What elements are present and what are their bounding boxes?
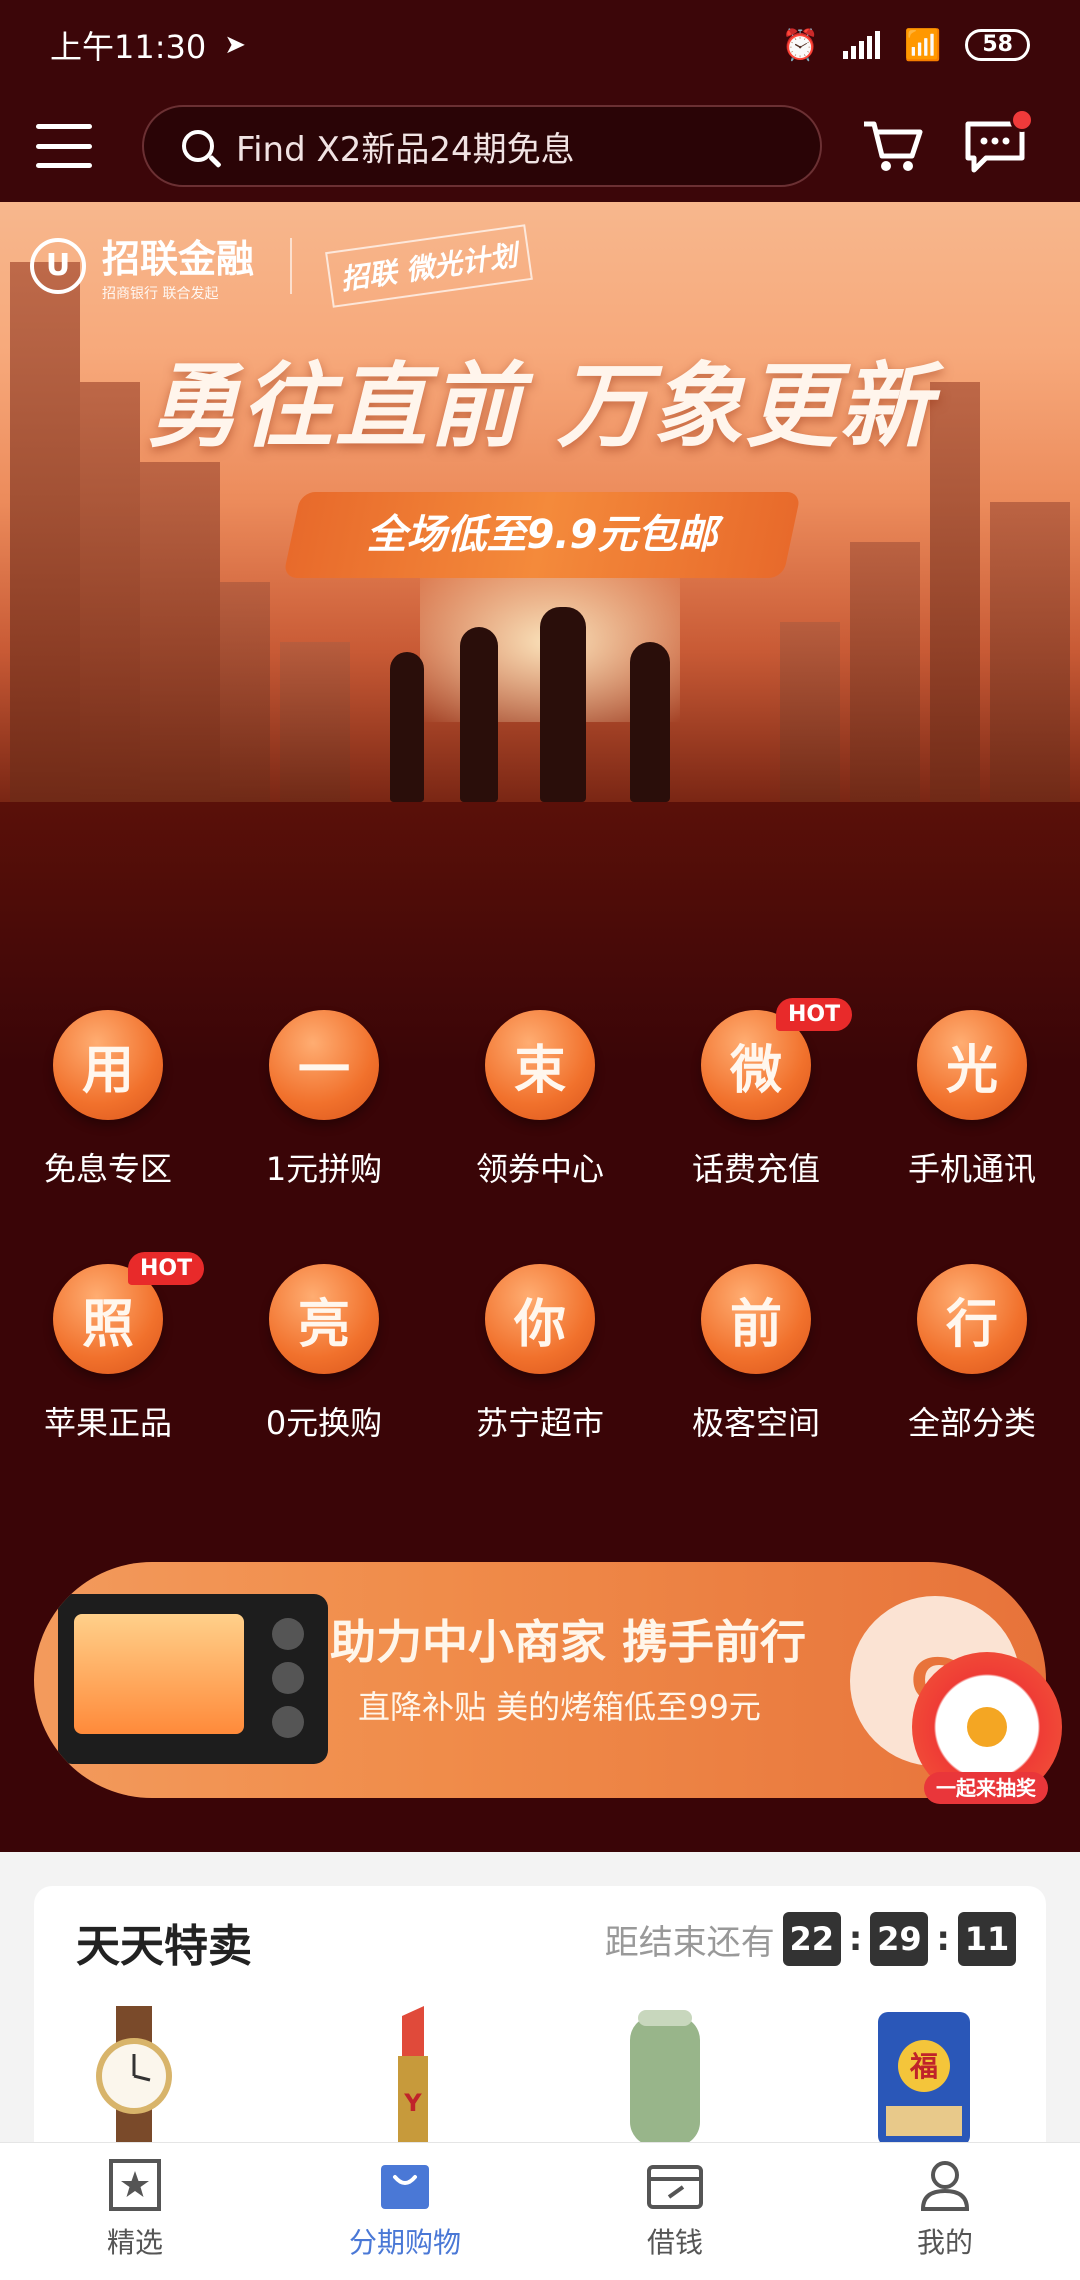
category-item[interactable]: 亮 0元换购 bbox=[216, 1264, 432, 1518]
category-label: 极客空间 bbox=[691, 1404, 820, 1442]
location-icon: ➤ bbox=[224, 30, 247, 60]
svg-text:福: 福 bbox=[909, 2050, 938, 2083]
countdown-label: 距结束还有 bbox=[604, 1922, 775, 1963]
category-item[interactable]: 微 HOT 话费充值 bbox=[648, 998, 864, 1264]
category-item[interactable]: 束 领券中心 bbox=[432, 1010, 648, 1264]
banner-headline: 勇往直前 万象更新 bbox=[146, 353, 934, 460]
category-label: 1元拼购 bbox=[265, 1150, 383, 1188]
category-item[interactable]: 行 全部分类 bbox=[864, 1264, 1080, 1518]
nav-label: 借钱 bbox=[646, 2226, 703, 2259]
category-label: 苏宁超市 bbox=[475, 1404, 604, 1442]
promo-banner[interactable]: 助力中小商家 携手前行 直降补贴 美的烤箱低至99元 G bbox=[34, 1562, 1046, 1798]
wallet-icon bbox=[647, 2157, 703, 2213]
bottom-nav: 精选 分期购物 借钱 我的 bbox=[0, 2142, 1080, 2280]
alarm-icon: ⏰ bbox=[781, 27, 820, 63]
message-icon[interactable] bbox=[964, 108, 1034, 174]
people-silhouette bbox=[380, 602, 710, 802]
countdown-seconds: 11 bbox=[958, 1912, 1016, 1966]
brand-sub: 招商银行 联合发起 bbox=[102, 286, 219, 302]
category-item[interactable]: 照 HOT 苹果正品 bbox=[0, 1252, 216, 1518]
wifi-icon: 📶 bbox=[904, 27, 942, 63]
profile-icon bbox=[917, 2157, 973, 2213]
category-icon: 束 bbox=[485, 1010, 595, 1120]
category-label: 领券中心 bbox=[475, 1150, 604, 1188]
category-label: 全部分类 bbox=[907, 1404, 1036, 1442]
status-bar: 上午11:30 ➤ ⏰ 📶 58 bbox=[0, 0, 1080, 90]
countdown-minutes: 29 bbox=[870, 1912, 929, 1966]
kettle-icon[interactable] bbox=[604, 2006, 724, 2146]
category-label: 0元换购 bbox=[265, 1404, 383, 1442]
search-icon bbox=[182, 130, 214, 162]
category-item[interactable]: 光 手机通讯 bbox=[864, 1010, 1080, 1264]
hot-badge: HOT bbox=[776, 998, 853, 1031]
category-label: 免息专区 bbox=[43, 1150, 172, 1188]
nav-label: 我的 bbox=[916, 2226, 973, 2259]
category-icon: 亮 bbox=[269, 1264, 379, 1374]
nav-item-borrow[interactable]: 借钱 bbox=[540, 2143, 810, 2280]
menu-icon[interactable] bbox=[36, 124, 92, 168]
banner-promo: 全场低至9.9元包邮 bbox=[366, 512, 718, 558]
lottery-label[interactable]: 一起来抽奖 bbox=[924, 1772, 1048, 1804]
category-label: 苹果正品 bbox=[43, 1404, 172, 1442]
category-item[interactable]: 一 1元拼购 bbox=[216, 1010, 432, 1264]
category-icon: 一 bbox=[269, 1010, 379, 1120]
category-item[interactable]: 用 免息专区 bbox=[0, 1010, 216, 1264]
shopping-bag-icon bbox=[377, 2157, 433, 2213]
category-grid: 用 免息专区 一 1元拼购 束 领券中心 微 HOT 话费充值 光 手机通讯 照… bbox=[0, 998, 1080, 1518]
category-label: 话费充值 bbox=[691, 1150, 820, 1188]
countdown-hours: 22 bbox=[782, 1912, 841, 1966]
plan-badge: 招联 微光计划 bbox=[325, 223, 533, 308]
category-item[interactable]: 前 极客空间 bbox=[648, 1264, 864, 1518]
svg-text:Y: Y bbox=[403, 2089, 422, 2117]
notification-dot bbox=[1010, 108, 1034, 132]
lipstick-icon[interactable]: Y bbox=[354, 2006, 474, 2146]
category-icon: 行 bbox=[917, 1264, 1027, 1374]
nav-label: 精选 bbox=[106, 2226, 163, 2259]
hero-banner[interactable]: U 招联金融 招商银行 联合发起 招联 微光计划 勇往直前 万象更新 全场低至9… bbox=[0, 202, 1080, 802]
search-placeholder: Find X2新品24期免息 bbox=[236, 129, 575, 170]
brand-logo: U 招联金融 招商银行 联合发起 招联 微光计划 bbox=[30, 223, 533, 308]
daily-deals-card: 天天特卖 距结束还有 22 : 29 : 11 Y 福 bbox=[34, 1886, 1046, 2146]
battery-icon: 58 bbox=[965, 29, 1030, 61]
category-icon: 光 bbox=[917, 1010, 1027, 1120]
promo-title: 助力中小商家 携手前行 bbox=[330, 1615, 807, 1669]
brand-logo-icon: U bbox=[30, 237, 86, 294]
brand-name: 招联金融 bbox=[102, 237, 255, 281]
nav-item-profile[interactable]: 我的 bbox=[810, 2143, 1080, 2280]
clock: 上午11:30 bbox=[50, 28, 207, 66]
oven-icon bbox=[58, 1594, 328, 1764]
nav-item-installment[interactable]: 分期购物 bbox=[270, 2143, 540, 2280]
daily-deals-title: 天天特卖 bbox=[76, 1921, 252, 1972]
category-icon: 你 bbox=[485, 1264, 595, 1374]
nav-item-featured[interactable]: 精选 bbox=[0, 2143, 270, 2280]
watch-icon[interactable] bbox=[74, 2006, 194, 2146]
star-box-icon bbox=[107, 2157, 163, 2213]
promo-subtitle: 直降补贴 美的烤箱低至99元 bbox=[358, 1688, 761, 1726]
category-label: 手机通讯 bbox=[907, 1150, 1036, 1188]
category-icon: 前 bbox=[701, 1264, 811, 1374]
countdown: 距结束还有 22 : 29 : 11 bbox=[605, 1912, 1016, 1966]
search-input[interactable]: Find X2新品24期免息 bbox=[142, 105, 822, 187]
category-icon: 用 bbox=[53, 1010, 163, 1120]
hot-badge: HOT bbox=[128, 1252, 205, 1285]
nav-label: 分期购物 bbox=[348, 2226, 461, 2259]
rice-bag-icon[interactable]: 福 bbox=[864, 2006, 984, 2146]
top-header: Find X2新品24期免息 bbox=[0, 90, 1080, 202]
signal-icon bbox=[843, 31, 881, 59]
cart-icon[interactable] bbox=[862, 118, 924, 174]
category-item[interactable]: 你 苏宁超市 bbox=[432, 1264, 648, 1518]
